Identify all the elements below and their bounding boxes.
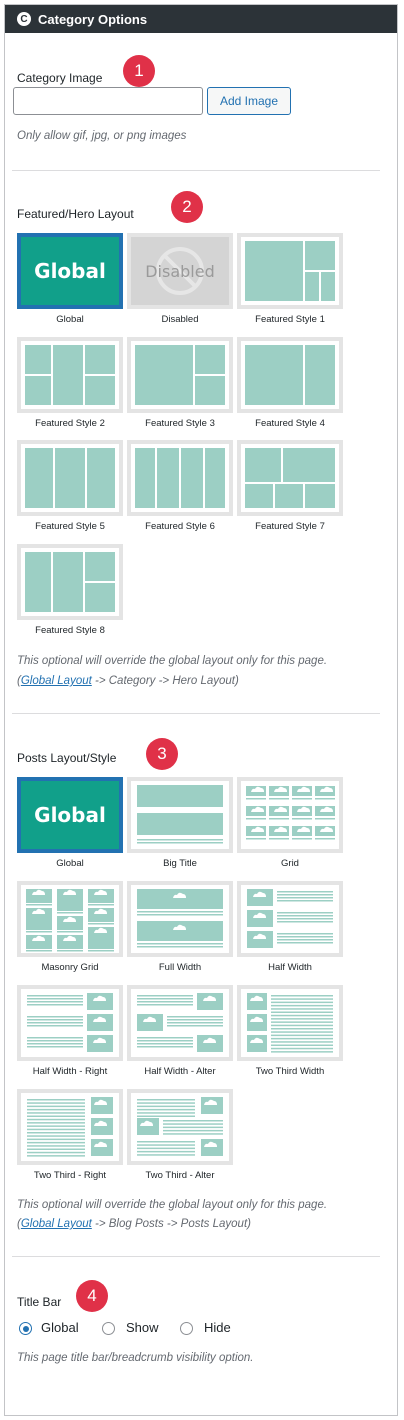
layout-preview-icon: [27, 993, 113, 1052]
posts-note-rest: -> Blog Posts -> Posts Layout): [91, 1218, 251, 1230]
layout-tile-caption: Half Width - Right: [32, 1066, 108, 1077]
posts-note-path: (Global Layout -> Blog Posts -> Posts La…: [17, 1218, 251, 1230]
layout-preview-icon: [135, 344, 225, 405]
layout-preview-icon: [137, 1097, 223, 1156]
layout-preview-icon: [137, 785, 223, 844]
title-bar-radio-hide[interactable]: [180, 1322, 193, 1335]
layout-tile-caption: Big Title: [163, 858, 197, 869]
section-divider: [12, 1256, 380, 1257]
hero-layout-tile-featured-style-4[interactable]: [237, 336, 343, 413]
posts-layout-tile-half-width-right[interactable]: [17, 985, 123, 1061]
disabled-tile-text: Disabled: [145, 262, 215, 281]
layout-tile-caption: Global: [56, 314, 84, 325]
title-bar-radio-global[interactable]: [19, 1322, 32, 1335]
layout-preview-icon: Disabled: [131, 237, 229, 305]
step-badge-2: 2: [171, 191, 203, 223]
layout-tile-caption: Featured Style 5: [35, 521, 105, 532]
hero-layout-tile-featured-style-2[interactable]: [17, 336, 123, 413]
posts-layout-tile-two-third-right[interactable]: [17, 1089, 123, 1165]
title-bar-option-hide[interactable]: Hide: [204, 1320, 231, 1335]
global-layout-link[interactable]: Global Layout: [21, 675, 92, 687]
title-bar-option-global[interactable]: Global: [41, 1320, 79, 1335]
layout-tile-caption: Featured Style 4: [255, 417, 325, 429]
layout-preview-icon: [135, 448, 225, 508]
c-logo-icon: C: [17, 12, 31, 26]
posts-layout-tile-masonry-grid[interactable]: [17, 881, 123, 957]
layout-preview-icon: [245, 241, 335, 301]
category-image-label: Category Image: [17, 71, 103, 85]
layout-tile-caption: Full Width: [158, 962, 202, 973]
global-tile-text: Global: [34, 803, 106, 827]
layout-tile-caption: Grid: [281, 858, 299, 869]
global-layout-link[interactable]: Global Layout: [21, 1218, 92, 1230]
hero-layout-label: Featured/Hero Layout: [17, 207, 134, 221]
layout-preview-icon: [25, 551, 115, 612]
posts-note: This optional will override the global l…: [17, 1199, 328, 1211]
layout-tile-caption: Featured Style 8: [35, 624, 105, 636]
hero-layout-tile-disabled[interactable]: Disabled: [127, 233, 233, 309]
posts-layout-tile-half-width[interactable]: [237, 881, 343, 957]
posts-layout-tile-big-title[interactable]: [127, 777, 233, 853]
layout-tile-caption: Two Third - Alter: [145, 1170, 215, 1181]
section-divider: [12, 170, 380, 171]
layout-tile-caption: Two Third - Right: [33, 1170, 107, 1181]
layout-preview-icon: [246, 786, 335, 840]
posts-layout-label: Posts Layout/Style: [17, 751, 117, 765]
title-bar-help: This page title bar/breadcrumb visibilit…: [17, 1352, 254, 1364]
title-bar-option-show[interactable]: Show: [126, 1320, 159, 1335]
title-bar-radio-show[interactable]: [102, 1322, 115, 1335]
posts-layout-tile-grid[interactable]: [237, 777, 343, 853]
step-badge-1: 1: [123, 55, 155, 87]
hero-note: This optional will override the global l…: [17, 655, 328, 667]
layout-preview-icon: [27, 1097, 113, 1157]
title-bar-label: Title Bar: [17, 1295, 62, 1309]
category-image-help: Only allow gif, jpg, or png images: [17, 130, 187, 142]
hero-layout-tile-global[interactable]: Global: [17, 233, 123, 309]
panel-header: C Category Options: [5, 5, 397, 33]
step-badge-3: 3: [146, 738, 178, 770]
add-image-button[interactable]: Add Image: [207, 87, 291, 115]
layout-tile-caption: Featured Style 6: [145, 521, 215, 532]
layout-preview-icon: [245, 344, 335, 405]
hero-layout-tile-featured-style-8[interactable]: [17, 543, 123, 620]
section-divider: [12, 713, 380, 714]
hero-layout-tile-featured-style-5[interactable]: [17, 440, 123, 516]
layout-preview-icon: [137, 993, 223, 1052]
layout-tile-caption: Two Third Width: [255, 1066, 325, 1077]
panel-title: Category Options: [38, 11, 148, 27]
layout-preview-icon: [137, 889, 223, 948]
hero-layout-tile-featured-style-7[interactable]: [237, 440, 343, 516]
layout-tile-caption: Half Width - Alter: [144, 1066, 216, 1077]
layout-preview-icon: Global: [21, 237, 119, 305]
step-badge-4: 4: [76, 1280, 108, 1312]
layout-preview-icon: [25, 344, 115, 405]
hero-note-path: (Global Layout -> Category -> Hero Layou…: [17, 675, 239, 687]
global-tile-text: Global: [34, 259, 106, 283]
layout-preview-icon: [25, 448, 115, 508]
layout-tile-caption: Disabled: [161, 314, 199, 325]
hero-layout-tile-featured-style-3[interactable]: [127, 336, 233, 413]
layout-preview-icon: [247, 993, 333, 1053]
layout-tile-caption: Featured Style 1: [255, 314, 325, 325]
posts-layout-tile-full-width[interactable]: [127, 881, 233, 957]
posts-layout-tile-two-third-alter[interactable]: [127, 1089, 233, 1165]
layout-tile-caption: Global: [56, 858, 84, 869]
category-image-input[interactable]: [13, 87, 203, 115]
layout-preview-icon: [247, 889, 333, 948]
hero-layout-tile-featured-style-6[interactable]: [127, 440, 233, 516]
posts-layout-tile-half-width-alter[interactable]: [127, 985, 233, 1061]
layout-tile-caption: Half Width: [268, 962, 312, 973]
layout-tile-caption: Featured Style 2: [35, 417, 105, 429]
layout-tile-caption: Featured Style 7: [255, 521, 325, 532]
posts-layout-tile-global[interactable]: Global: [17, 777, 123, 853]
layout-preview-icon: Global: [21, 781, 119, 849]
layout-preview-icon: [26, 889, 114, 952]
layout-tile-caption: Masonry Grid: [41, 962, 99, 973]
layout-tile-caption: Featured Style 3: [145, 417, 215, 429]
posts-layout-tile-two-third-width[interactable]: [237, 985, 343, 1061]
hero-layout-tile-featured-style-1[interactable]: [237, 233, 343, 309]
layout-preview-icon: [245, 448, 335, 508]
hero-note-rest: -> Category -> Hero Layout): [91, 675, 239, 687]
